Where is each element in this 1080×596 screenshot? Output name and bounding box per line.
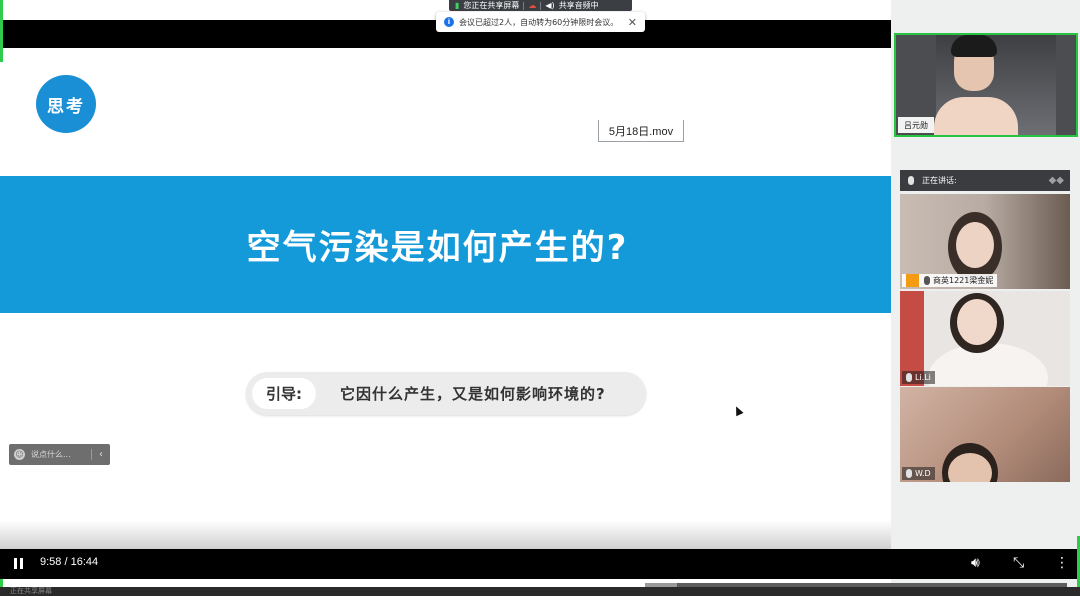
signal-icon: ▮ [455, 1, 460, 10]
speaking-label: 正在讲话: [922, 176, 957, 185]
host-body [934, 97, 1018, 135]
time-limit-notice: i 会议已超过2人，自动转为60分钟限时会议。 ✕ [436, 12, 645, 32]
participant-name: Li.Li [915, 373, 931, 382]
participant-name-tag: Li.Li [902, 371, 935, 384]
participant-name: 商英1221梁金妮 [933, 276, 994, 285]
participant-face [956, 222, 994, 268]
cloud-icon[interactable]: ☁ [528, 1, 536, 10]
exit-fullscreen-icon[interactable]: ⤡ [1013, 555, 1024, 571]
shared-screen: 思考 5月18日.mov 空气污染是如何产生的? 引导: 它因什么产生，又是如何… [0, 0, 891, 596]
speaker-icon: ◀) [545, 1, 555, 10]
audio-label: 共享音频中 [558, 1, 599, 10]
player-controls [0, 549, 1080, 579]
speaking-indicator: 正在讲话: ◆◆ [900, 170, 1070, 191]
pause-icon [14, 558, 17, 569]
share-bar-divider [540, 1, 542, 10]
notice-text: 会议已超过2人，自动转为60分钟限时会议。 [459, 17, 619, 27]
host-video-tile[interactable]: 吕元勋 [894, 33, 1078, 137]
comment-placeholder: 说点什么... [31, 450, 71, 459]
bottom-strip: 正在共享屏幕 [0, 587, 1080, 596]
sharing-status-bar[interactable]: ▮ 您正在共享屏幕 ☁ ◀) 共享音频中 [449, 0, 632, 11]
mic-icon [908, 176, 914, 185]
host-hair [951, 35, 997, 57]
slide-badge: 思考 [36, 75, 96, 133]
bottom-strip-label: 正在共享屏幕 [10, 587, 52, 595]
host-name: 吕元勋 [898, 117, 934, 133]
info-icon: i [444, 17, 454, 27]
slide-banner: 空气污染是如何产生的? [0, 176, 891, 313]
participant-face [957, 299, 997, 345]
participant-name-tag: W.D [902, 467, 935, 480]
video-filename: 5月18日.mov [598, 120, 684, 142]
pause-button[interactable] [14, 558, 24, 569]
participant-name: W.D [915, 469, 931, 478]
more-options-icon[interactable]: ⋮ [1055, 555, 1069, 571]
volume-icon[interactable]: 🔊︎ [971, 555, 980, 571]
comment-input[interactable]: ☺ 说点什么... ‹ [9, 444, 110, 465]
sharing-label: 您正在共享屏幕 [463, 1, 520, 10]
player-gradient [0, 520, 891, 550]
mic-icon [906, 373, 912, 382]
mic-icon [924, 276, 930, 285]
host-badge-icon [906, 274, 919, 287]
participant-name-tag: 商英1221梁金妮 [902, 274, 998, 287]
participant-tile[interactable]: 商英1221梁金妮 [900, 194, 1070, 289]
time-display: 9:58 / 16:44 [40, 556, 99, 568]
emoji-icon[interactable]: ☺ [14, 449, 25, 460]
participant-tile[interactable]: W.D [900, 387, 1070, 482]
share-border-left [0, 0, 3, 62]
share-bar-divider [523, 1, 525, 10]
close-icon[interactable]: ✕ [628, 16, 637, 29]
expand-icon[interactable]: ◆◆ [1049, 175, 1064, 186]
mouse-cursor-icon [732, 404, 744, 417]
guide-text: 它因什么产生，又是如何影响环境的? [340, 385, 606, 403]
participant-tile[interactable]: Li.Li [900, 291, 1070, 386]
meeting-window: 思考 5月18日.mov 空气污染是如何产生的? 引导: 它因什么产生，又是如何… [0, 0, 1080, 596]
collapse-chevron-icon[interactable]: ‹ [92, 449, 110, 460]
mic-icon [906, 469, 912, 478]
guide-pill: 引导: 它因什么产生，又是如何影响环境的? [246, 372, 646, 415]
guide-label: 引导: [252, 378, 316, 409]
slide-title: 空气污染是如何产生的? [246, 228, 629, 268]
pause-icon [20, 558, 23, 569]
